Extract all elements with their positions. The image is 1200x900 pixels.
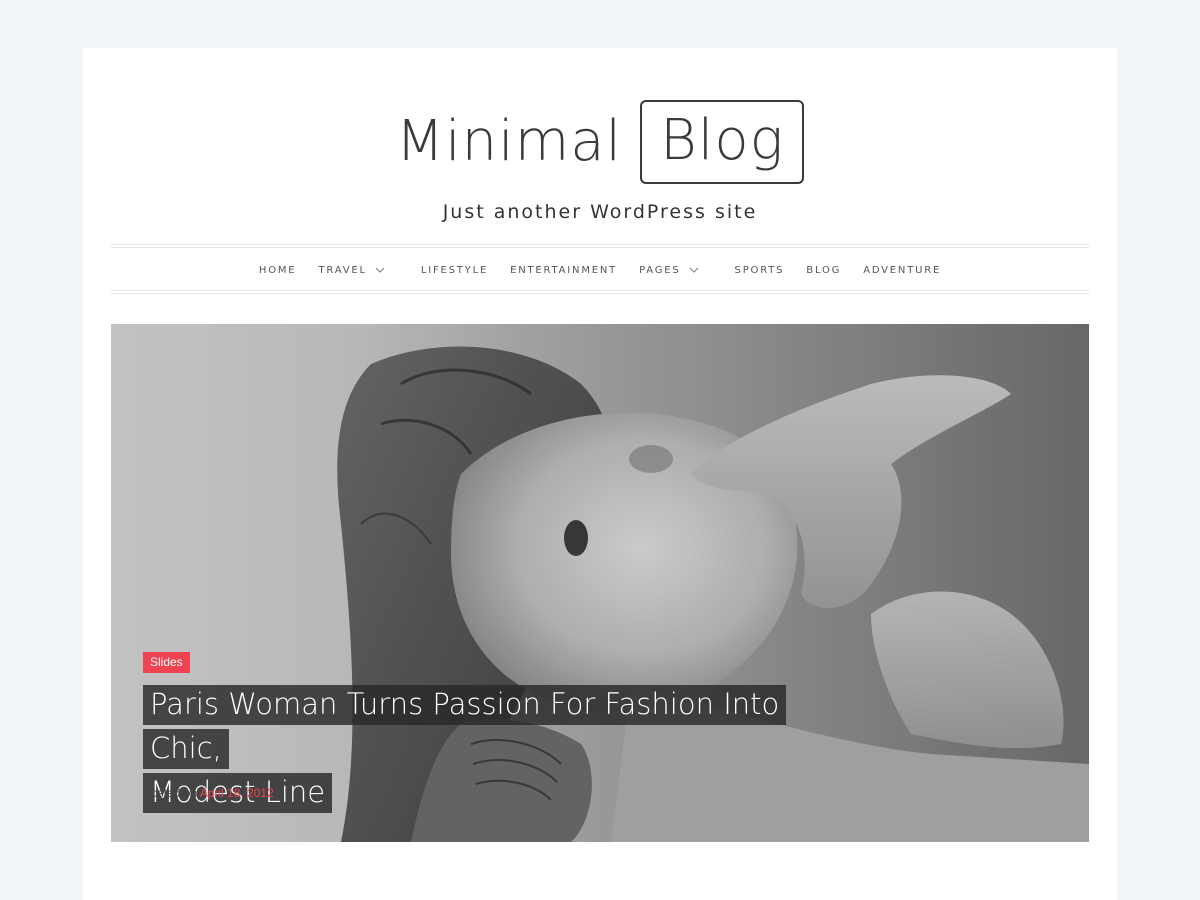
site-title-part2-boxed[interactable]: Blog [640,100,805,184]
nav-item-entertainment[interactable]: ENTERTAINMENT [510,265,617,276]
nav-item-label: ENTERTAINMENT [510,264,618,276]
nav-item-label: ADVENTURE [863,264,942,276]
nav-item-label: HOME [258,264,297,276]
site-title-part1[interactable]: Minimal [396,100,622,184]
category-badge[interactable]: Slides [143,652,190,673]
nav-item-sports[interactable]: SPORTS [735,265,785,276]
page-container: Minimal Blog Just another WordPress site… [83,48,1117,900]
nav-top-divider-inner [111,247,1089,248]
posted-on-label: Posted on [143,786,198,800]
nav-item-blog[interactable]: BLOG [806,265,841,276]
nav-item-label: LIFESTYLE [420,264,489,276]
chevron-down-icon [375,267,385,273]
nav-top-divider [111,244,1089,245]
chevron-down-icon [689,267,698,273]
nav-item-label: TRAVEL [318,264,367,276]
nav-bottom-divider-inner [111,293,1089,294]
nav-item-label: PAGES [639,264,681,276]
nav-item-lifestyle[interactable]: LIFESTYLE [421,265,488,276]
nav-item-adventure[interactable]: ADVENTURE [863,265,941,276]
post-meta: Posted on April 18, 2012 [143,786,274,800]
post-date-link[interactable]: April 18, 2012 [200,786,274,800]
nav-bottom-divider [111,290,1089,291]
post-title-line-1[interactable]: Paris Woman Turns Passion For Fashion In… [143,685,787,769]
nav-item-travel[interactable]: TRAVEL [318,265,398,276]
site-branding[interactable]: Minimal Blog [83,100,1117,184]
site-tagline: Just another WordPress site [442,201,758,223]
nav-item-home[interactable]: HOME [259,265,297,276]
nav-item-pages[interactable]: PAGES [639,265,712,276]
nav-item-label: SPORTS [734,264,785,276]
featured-slider[interactable]: Slides Paris Woman Turns Passion For Fas… [111,324,1089,842]
nav-item-label: BLOG [806,264,842,276]
main-navigation: HOME TRAVEL LIFESTYLE ENTERTAINMENT PAGE… [111,251,1089,289]
